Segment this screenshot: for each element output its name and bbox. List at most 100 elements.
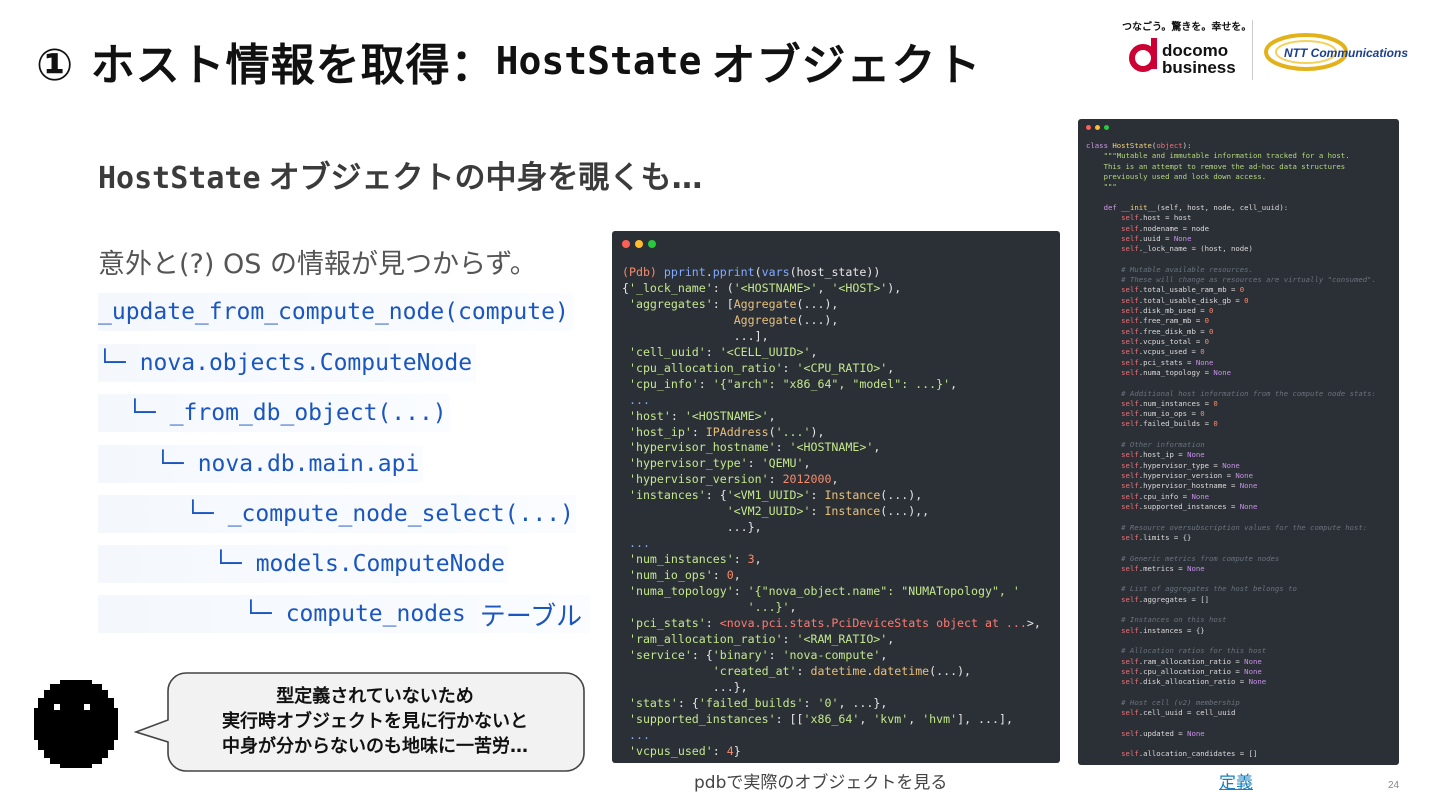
definition-link[interactable]: 定義 xyxy=(1219,768,1253,793)
tree-item-text: _compute_node_select(...) xyxy=(227,501,574,527)
code-line: self.cpu_info = None xyxy=(1121,491,1210,501)
title-suffix: オブジェクト xyxy=(711,40,982,91)
bubble-line: 実行時オブジェクトを見に行かないと xyxy=(222,711,528,732)
minimize-dot-icon xyxy=(635,240,643,248)
code-line: self.instances = {} xyxy=(1121,625,1205,635)
code-line: self._lock_name = (host, node) xyxy=(1121,244,1253,254)
maximize-dot-icon xyxy=(648,240,656,248)
code-line: 'host_ip': IPAddress('...'), xyxy=(628,424,825,439)
tree-item: _update_from_compute_node(compute) xyxy=(98,293,574,331)
code-line: 'aggregates': [Aggregate(...), xyxy=(628,296,839,311)
code-line: self.metrics = None xyxy=(1121,563,1205,573)
pdb-caption: pdbで実際のオブジェクトを見る xyxy=(694,773,948,793)
mascot-character-icon xyxy=(34,680,118,768)
logo-area: つなごう。驚きを。幸せを。 docomo business NTT Commun… xyxy=(1118,14,1418,86)
code-line: 'hypervisor_type': 'QEMU', xyxy=(628,456,811,471)
docomo-name-line1: docomo xyxy=(1162,41,1229,60)
window-controls xyxy=(1086,125,1109,130)
code-line: {'_lock_name': ('<HOSTNAME>', '<HOST>'), xyxy=(622,280,902,295)
code-line: """ xyxy=(1086,182,1117,192)
code-line: self.aggregates = [] xyxy=(1121,594,1210,604)
class-code-block: class HostState(object): """Mutable and … xyxy=(1086,141,1376,760)
code-line: self.num_io_ops = 0 xyxy=(1121,409,1205,419)
code-line: # Additional host information from the c… xyxy=(1086,388,1376,398)
code-line: self.free_disk_mb = 0 xyxy=(1121,326,1214,336)
tree-item-text: _update_from_compute_node(compute) xyxy=(98,299,569,325)
code-line: 'instances': {'<VM1_UUID>': Instance(...… xyxy=(628,488,923,503)
tree-item-text: compute_nodes xyxy=(285,601,466,627)
code-line: # Generic metrics from compute nodes xyxy=(1086,553,1280,563)
code-line: ... xyxy=(622,536,650,551)
subtitle-class-name: HostState xyxy=(98,161,261,196)
code-line: 'cpu_info': '{"arch": "x86_64", "model":… xyxy=(628,376,958,391)
code-line: ...}, xyxy=(622,679,748,694)
tree-item: └─ models.ComputeNode xyxy=(98,545,508,583)
code-line: self.pci_stats = None xyxy=(1121,357,1214,367)
tree-branch-icon: └─ xyxy=(128,400,156,426)
code-line: self.vcpus_total = 0 xyxy=(1121,336,1210,346)
code-line: 'supported_instances': [['x86_64', 'kvm'… xyxy=(628,711,1013,726)
code-line: self.num_instances = 0 xyxy=(1121,398,1218,408)
subtitle: HostState オブジェクトの中身を覗くも… xyxy=(98,152,703,197)
tree-item-text: nova.db.main.api xyxy=(197,451,420,477)
code-line: # Instances on this host xyxy=(1086,615,1227,625)
tree-branch-icon: └─ xyxy=(244,601,272,627)
code-line: self.disk_mb_used = 0 xyxy=(1121,306,1214,315)
code-line: 'num_io_ops': 0, xyxy=(628,568,741,583)
tree-item: └─ compute_nodes テーブル xyxy=(98,595,590,633)
code-line: 'host': '<HOSTNAME>', xyxy=(628,408,776,423)
code-line: self.total_usable_disk_gb = 0 xyxy=(1121,295,1249,305)
subtitle-text: オブジェクトの中身を覗くも… xyxy=(268,160,703,196)
tree-branch-icon: └─ xyxy=(214,551,242,577)
docomo-logo-icon xyxy=(1129,38,1157,72)
title-prefix: ① ホスト情報を取得： xyxy=(36,40,496,91)
code-line: 'hypervisor_hostname': '<HOSTNAME>', xyxy=(628,440,881,455)
code-line: 'created_at': datetime.datetime(...), xyxy=(712,663,972,678)
code-line: self.uuid = None xyxy=(1121,233,1192,243)
code-line: 'vcpus_used': 4} xyxy=(628,743,741,758)
docomo-logo-text: docomo business xyxy=(1162,42,1236,76)
code-line: 'pci_stats': <nova.pci.stats.PciDeviceSt… xyxy=(628,615,1041,630)
title-class-name: HostState xyxy=(495,39,702,83)
ntt-logo-text: NTT Communications xyxy=(1284,46,1408,60)
code-line: self.total_usable_ram_mb = 0 xyxy=(1121,285,1245,295)
code-line: self.disk_allocation_ratio = None xyxy=(1121,677,1267,687)
code-line: This is an attempt to remove the ad-hoc … xyxy=(1086,161,1346,171)
tree-branch-icon: └─ xyxy=(156,451,184,477)
tree-branch-icon: └─ xyxy=(186,501,214,527)
code-line: self.hypervisor_hostname = None xyxy=(1121,481,1258,491)
code-line: ... xyxy=(622,392,650,407)
class-definition-panel: class HostState(object): """Mutable and … xyxy=(1078,119,1399,765)
tree-item: └─ _compute_node_select(...) xyxy=(98,495,576,533)
intro-text: 意外と(?) OS の情報が見つからず。 xyxy=(98,249,537,280)
code-line: 'num_instances': 3, xyxy=(628,552,762,567)
code-line: self.host = host xyxy=(1121,213,1192,223)
code-line: Aggregate(...), xyxy=(733,312,839,327)
close-dot-icon xyxy=(622,240,630,248)
code-line: self.hypervisor_version = None xyxy=(1121,471,1253,480)
tree-item: └─ nova.db.main.api xyxy=(98,445,423,483)
code-line: self.updated = None xyxy=(1121,728,1205,738)
ntt-logo-icon: NTT Communications xyxy=(1264,33,1408,71)
code-line: 'numa_topology': '{"nova_object.name": "… xyxy=(628,584,1020,599)
code-line: self.cell_uuid = cell_uuid xyxy=(1121,708,1236,718)
maximize-dot-icon xyxy=(1104,125,1109,130)
code-line: self.ram_allocation_ratio = None xyxy=(1121,656,1262,666)
minimize-dot-icon xyxy=(1095,125,1100,130)
bubble-line: 中身が分からないのも地味に一苦労… xyxy=(222,736,528,757)
bubble-line: 型定義されていないため xyxy=(276,686,474,707)
code-line: 'hypervisor_version': 2012000, xyxy=(628,472,839,487)
code-line: ...}, xyxy=(622,520,762,535)
code-line: 'stats': {'failed_builds': '0', ...}, xyxy=(628,695,888,710)
page-number: 24 xyxy=(1388,780,1400,791)
window-controls xyxy=(622,240,656,248)
code-line: previously used and lock down access. xyxy=(1086,171,1267,181)
